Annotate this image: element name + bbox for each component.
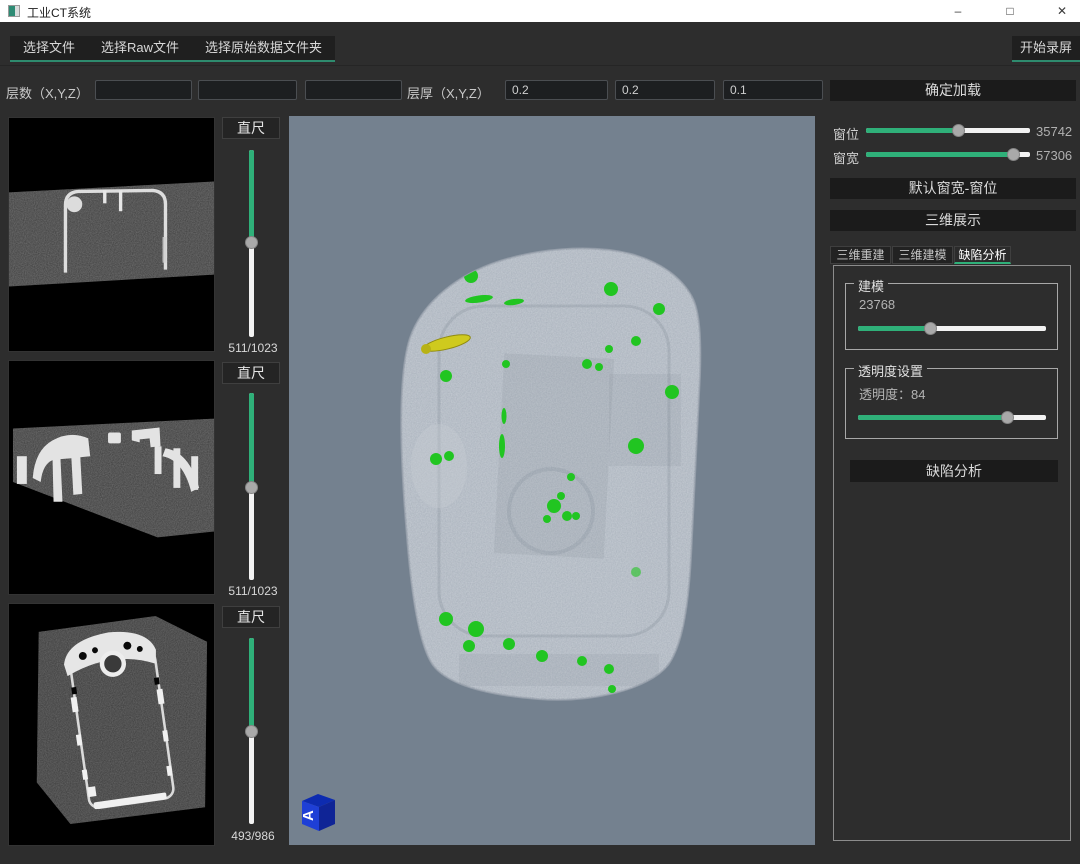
slider-fill <box>249 393 254 487</box>
slider-knob[interactable] <box>1001 411 1014 424</box>
slider-knob[interactable] <box>924 322 937 335</box>
open-raw-button[interactable]: 选择Raw文件 <box>88 36 192 60</box>
app-icon <box>8 5 20 17</box>
slider-fill <box>249 638 254 731</box>
layers-z-input[interactable] <box>305 80 402 100</box>
opacity-group-title: 透明度设置 <box>854 361 927 380</box>
layers-x-input[interactable] <box>95 80 192 100</box>
window-width-slider[interactable] <box>866 148 1030 161</box>
window-width-value: 57306 <box>1036 148 1072 163</box>
start-record-button[interactable]: 开始录屏 <box>1012 36 1080 62</box>
volume-rendering <box>289 116 815 845</box>
modeling-group: 建模 23768 <box>845 283 1058 350</box>
slice-position-2: 511/1023 <box>218 584 288 598</box>
slider-fill <box>858 415 1008 420</box>
load-button[interactable]: 确定加载 <box>830 80 1076 101</box>
maximize-button[interactable]: □ <box>992 0 1028 22</box>
opacity-value: 透明度：84 <box>859 384 925 403</box>
ct-slice-view-xy <box>8 117 215 352</box>
window-level-value: 35742 <box>1036 124 1072 139</box>
show-3d-button[interactable]: 三维展示 <box>830 210 1076 231</box>
tab-3d-reconstruction[interactable]: 三维重建 <box>830 246 891 264</box>
window-title: 工业CT系统 <box>27 4 91 21</box>
ct-slice-image <box>9 361 214 594</box>
thickness-x-input[interactable] <box>505 80 608 100</box>
ruler-button-3[interactable]: 直尺 <box>222 606 280 628</box>
ct-slice-image <box>9 118 214 351</box>
default-window-button[interactable]: 默认窗宽-窗位 <box>830 178 1076 199</box>
slider-fill <box>858 326 931 331</box>
modeling-group-title: 建模 <box>854 276 888 295</box>
slider-knob[interactable] <box>952 124 965 137</box>
defect-analysis-panel <box>833 265 1071 841</box>
cube-letter: A <box>300 810 317 821</box>
toolbar: 选择文件 选择Raw文件 选择原始数据文件夹 开始录屏 <box>0 22 1080 66</box>
open-file-button[interactable]: 选择文件 <box>10 36 88 60</box>
ruler-button-1[interactable]: 直尺 <box>222 117 280 139</box>
thickness-z-input[interactable] <box>723 80 823 100</box>
window-level-slider[interactable] <box>866 124 1030 137</box>
ct-slice-image <box>9 604 214 845</box>
slice-slider-2[interactable] <box>245 393 259 580</box>
opacity-group: 透明度设置 透明度：84 <box>845 368 1058 439</box>
close-button[interactable]: ✕ <box>1044 0 1080 22</box>
modeling-slider[interactable] <box>858 322 1046 335</box>
minimize-button[interactable]: – <box>940 0 976 22</box>
defect-analysis-button[interactable]: 缺陷分析 <box>850 460 1058 482</box>
thickness-y-input[interactable] <box>615 80 715 100</box>
render-3d-view[interactable]: A <box>289 116 815 845</box>
orientation-cube-icon[interactable]: A <box>295 789 339 833</box>
window-width-label: 窗宽 <box>833 148 859 167</box>
layers-label: 层数（X,Y,Z） <box>6 83 89 102</box>
layers-y-input[interactable] <box>198 80 297 100</box>
slider-fill <box>866 152 1014 157</box>
ruler-button-2[interactable]: 直尺 <box>222 362 280 384</box>
ct-slice-view-xz <box>8 360 215 595</box>
modeling-value: 23768 <box>859 297 895 312</box>
slider-fill <box>249 150 254 242</box>
slider-knob[interactable] <box>245 236 258 249</box>
file-button-group: 选择文件 选择Raw文件 选择原始数据文件夹 <box>10 36 335 62</box>
window-level-label: 窗位 <box>833 124 859 143</box>
slice-position-3: 493/986 <box>218 829 288 843</box>
slider-knob[interactable] <box>1007 148 1020 161</box>
slice-slider-1[interactable] <box>245 150 259 337</box>
tab-defect-analysis[interactable]: 缺陷分析 <box>954 246 1011 264</box>
titlebar: 工业CT系统 – □ ✕ <box>0 0 1080 22</box>
slider-fill <box>866 128 959 133</box>
slice-slider-3[interactable] <box>245 638 259 824</box>
ct-slice-view-yz <box>8 603 215 846</box>
slider-knob[interactable] <box>245 725 258 738</box>
slider-knob[interactable] <box>245 481 258 494</box>
thickness-label: 层厚（X,Y,Z） <box>407 83 490 102</box>
slice-position-1: 511/1023 <box>218 341 288 355</box>
tab-3d-modeling[interactable]: 三维建模 <box>892 246 953 264</box>
opacity-slider[interactable] <box>858 411 1046 424</box>
open-folder-button[interactable]: 选择原始数据文件夹 <box>192 36 335 60</box>
